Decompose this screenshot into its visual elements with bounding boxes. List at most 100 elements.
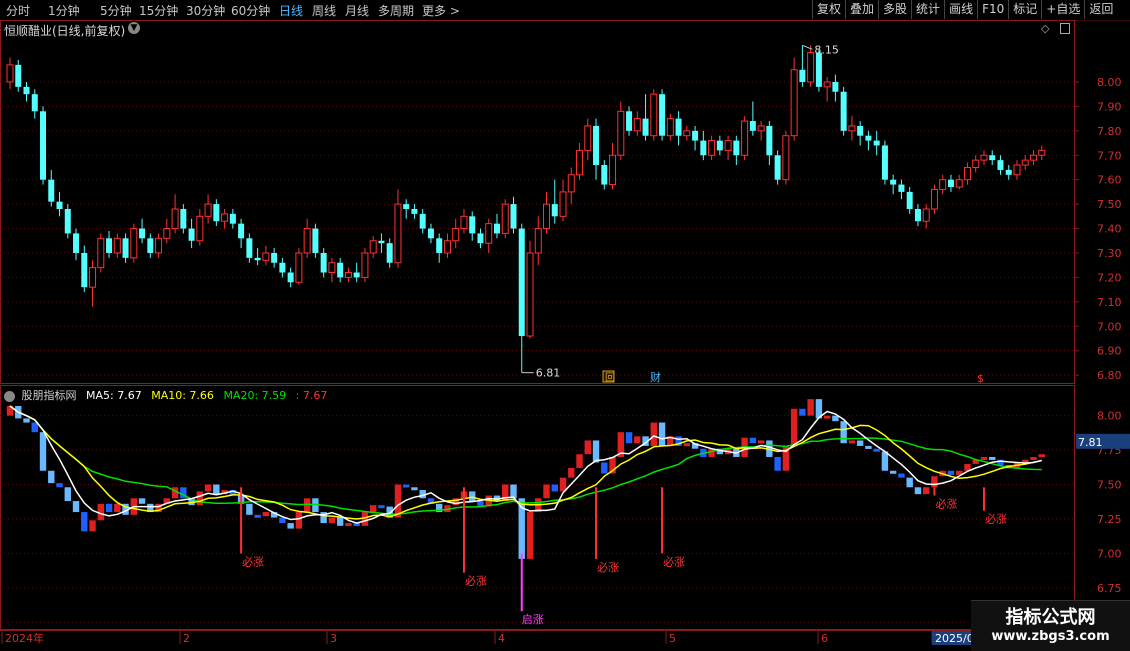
candle-body [411,209,418,214]
signal-label: 必涨 [985,513,1007,526]
candle [271,248,278,268]
period-tab-2[interactable]: 5分钟 [100,2,132,19]
period-tab-10[interactable]: 更多 > [422,2,460,19]
price-axis-label: 6.80 [1097,369,1122,382]
signal-label: 必涨 [597,561,619,574]
candle-body [196,215,204,242]
marker-hui: 回 [605,372,615,384]
candle-body [155,237,163,254]
candle-body [955,179,963,188]
toolbar-button-7[interactable]: +自选 [1041,0,1084,19]
candle-body [64,209,71,234]
toolbar-button-6[interactable]: 标记 [1008,0,1041,19]
candle-body [733,140,740,156]
indicator-block [39,432,47,471]
candle [139,218,146,244]
toolbar-button-4[interactable]: 画线 [944,0,977,19]
candle [113,233,121,258]
candle [403,199,410,219]
candle-body [518,228,525,337]
candle-body [700,140,707,156]
candle [576,143,584,180]
date-label: 3 [330,632,337,645]
candle [56,191,63,217]
candle [394,189,402,268]
candle [303,218,311,258]
indicator-block [650,422,658,446]
toolbar-button-2[interactable]: 多股 [878,0,911,19]
price-axis-label: 7.00 [1097,320,1122,333]
period-tab-6[interactable]: 日线 [279,2,303,19]
candle-body [15,64,22,87]
price-axis-label: 7.10 [1097,296,1122,309]
price-axis-label: 6.90 [1097,345,1122,358]
candle [147,233,154,258]
candle-body [328,262,336,274]
candle [567,167,575,205]
indicator-block [708,448,715,457]
candle [427,223,434,244]
candle-body [559,191,567,217]
indicator-block [980,456,988,460]
marker-dollar: $ [977,372,984,385]
indicator-block [592,440,600,463]
period-tab-8[interactable]: 月线 [345,2,369,19]
candle-body [832,81,839,92]
candle-body [221,213,229,222]
candle-body [188,228,195,241]
toolbar-button-1[interactable]: 叠加 [845,0,878,19]
period-tab-5[interactable]: 60分钟 [231,2,270,19]
candle [766,121,773,166]
toolbar-button-3[interactable]: 统计 [911,0,944,19]
candle [955,174,963,190]
toolbar-button-5[interactable]: F10 [977,0,1008,19]
period-tab-1[interactable]: 1分钟 [48,2,80,19]
price-axis-label: 7.60 [1097,174,1122,187]
candle-body [997,160,1004,170]
period-tab-0[interactable]: 分时 [6,2,30,19]
indicator-block [749,437,757,444]
candle-body [312,228,319,253]
candle-body [692,130,699,141]
indicator-block [328,517,336,524]
indicator-chart[interactable]: 8.007.757.507.257.006.756.507.81必涨必涨必涨必涨… [0,385,1130,630]
candle [914,204,921,227]
price-axis-label: 7.20 [1097,271,1122,284]
toolbar-button-0[interactable]: 复权 [812,0,845,19]
candle [386,238,393,268]
candle [857,121,864,146]
candle-body [890,179,897,185]
candle-body [361,252,369,278]
candle [593,118,600,180]
candle-body [1029,154,1037,161]
period-tab-9[interactable]: 多周期 [378,2,414,19]
period-tab-4[interactable]: 30分钟 [186,2,225,19]
indicator-block [922,487,930,495]
candle [204,194,212,224]
candle [221,209,229,229]
period-tab-3[interactable]: 15分钟 [139,2,178,19]
indicator-block [683,443,691,447]
candle [196,209,204,246]
candle [782,130,790,185]
period-tab-7[interactable]: 周线 [312,2,336,19]
indicator-block [510,484,517,499]
indicator-block [64,487,71,502]
candle [73,228,80,261]
candle-body [369,240,377,254]
indicator-block [576,454,583,468]
toolbar-button-8[interactable]: 返回 [1084,0,1117,19]
candle-body [510,204,517,229]
candle [584,118,592,161]
candle-body [163,228,171,239]
candle [31,89,38,119]
candle [279,257,286,278]
date-label: 6 [821,632,828,645]
candle-body [469,216,476,234]
candlestick-chart[interactable]: 8.00 7.90 7.80 7.70 7.60 7.50 7.40 7.30 7.20 7.10… [0,20,1130,385]
candle [659,89,666,141]
indicator-block [601,462,608,474]
candle-body [823,81,831,88]
signal-label: 必涨 [663,555,685,568]
candle-body [40,111,47,180]
